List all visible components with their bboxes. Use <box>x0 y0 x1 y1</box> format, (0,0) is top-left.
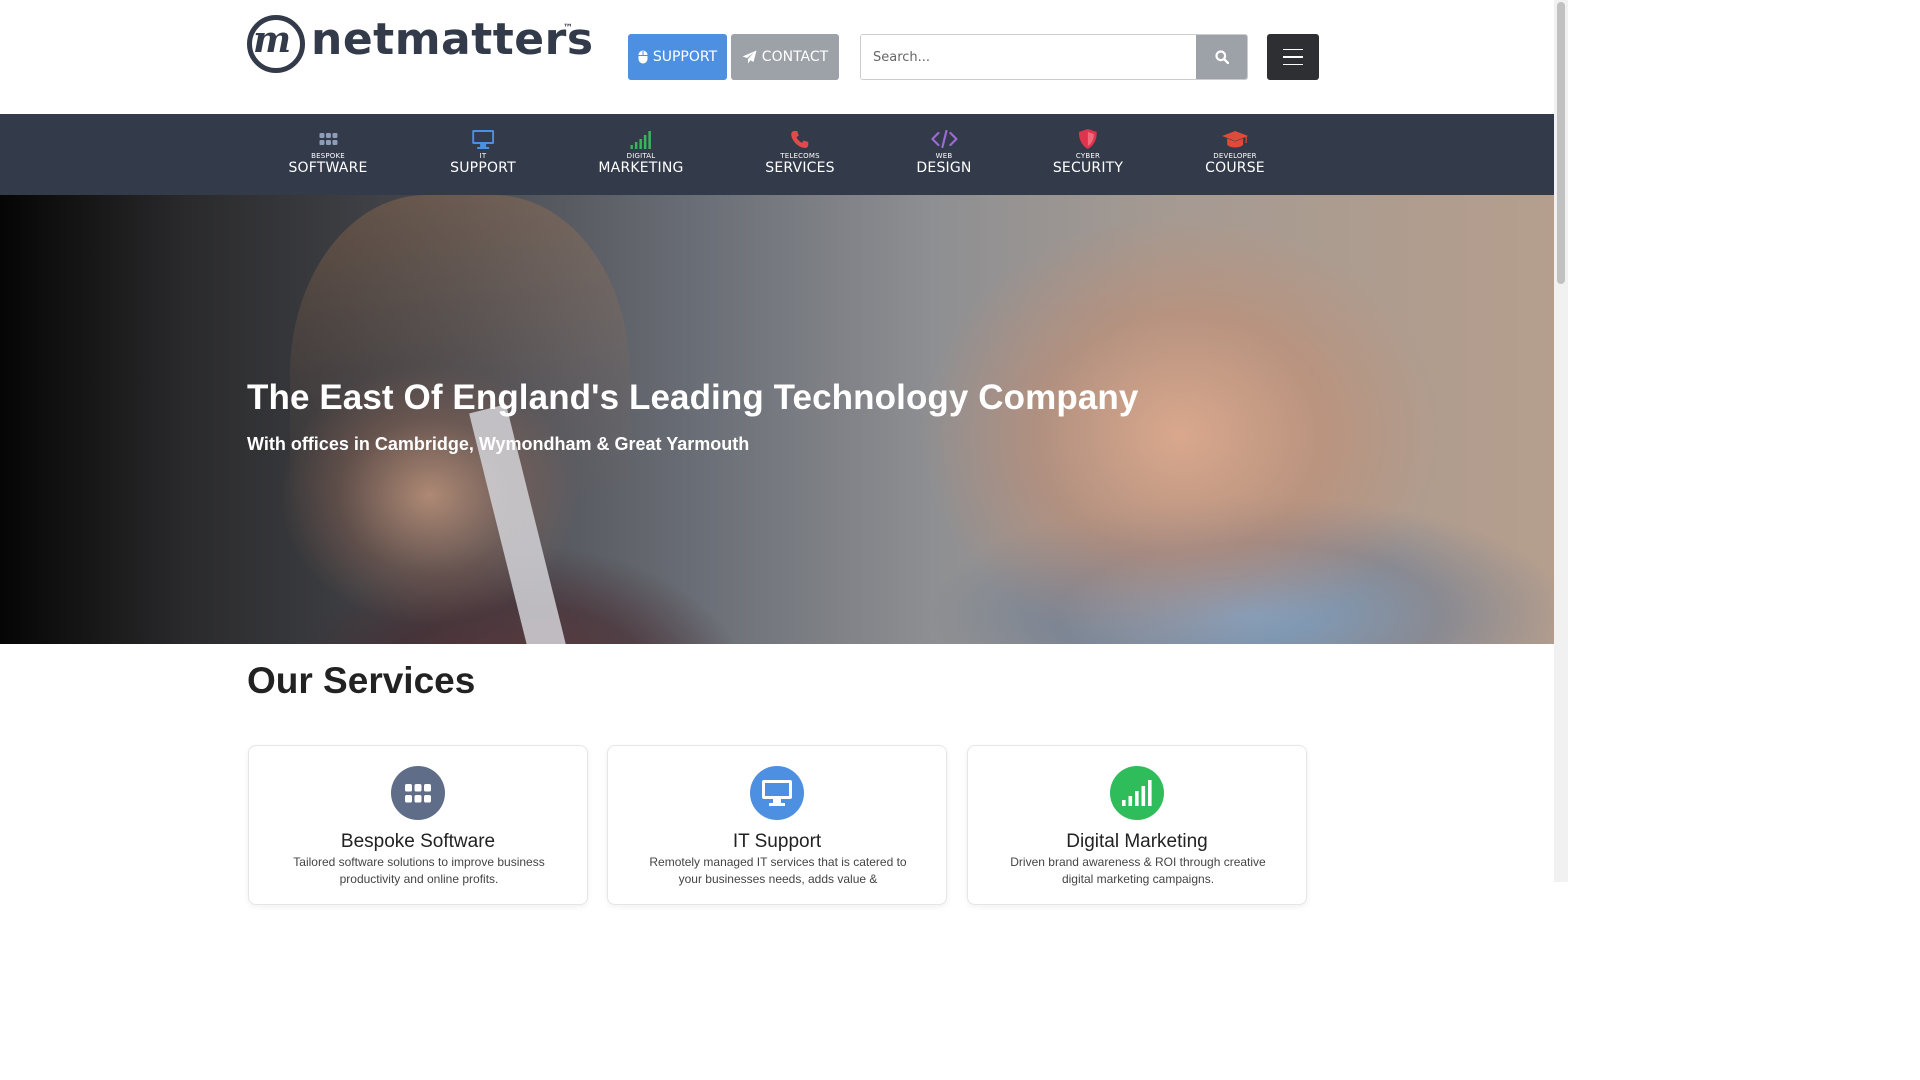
hero-subtitle: With offices in Cambridge, Wymondham & G… <box>247 434 750 454</box>
nav-item-label: COURSE <box>1205 160 1265 176</box>
nav-item-small-label: IT <box>479 152 487 160</box>
service-icon-circle <box>1110 766 1164 820</box>
nav-item-developer-course[interactable]: DEVELOPER COURSE <box>1205 114 1265 195</box>
nav-item-cyber-security[interactable]: CYBER SECURITY <box>1053 114 1123 195</box>
nav-item-label: MARKETING <box>598 160 684 176</box>
hamburger-icon-line <box>1283 63 1303 66</box>
hero-background-photo <box>290 195 630 644</box>
scrollbar-thumb[interactable] <box>1557 2 1565 284</box>
nav-item-small-label: DIGITAL <box>626 152 656 160</box>
nav-item-it-support[interactable]: IT SUPPORT <box>450 114 516 195</box>
main-navigation: BESPOKE SOFTWARE IT SUPPORT DIGITAL MARK… <box>0 114 1554 195</box>
services-heading: Our Services <box>247 660 476 701</box>
nav-item-small-label: CYBER <box>1075 152 1101 160</box>
support-label: SUPPORT <box>652 49 718 65</box>
nav-item-label: SERVICES <box>765 160 835 176</box>
nav-item-digital-marketing[interactable]: DIGITAL MARKETING <box>598 114 683 195</box>
service-card-title: Digital Marketing <box>1066 831 1208 852</box>
contact-button[interactable]: CONTACT <box>731 34 839 80</box>
nav-item-small-label: DEVELOPER <box>1213 152 1257 160</box>
monitor-icon <box>762 780 792 806</box>
menu-button[interactable] <box>1267 34 1319 80</box>
signal-bars-icon <box>630 129 652 149</box>
service-card-bespoke-software[interactable]: Bespoke Software Tailored software solut… <box>248 745 588 905</box>
service-icon-circle <box>750 766 804 820</box>
service-card-title: Bespoke Software <box>340 831 496 852</box>
nav-item-web-design[interactable]: WEB DESIGN <box>916 114 971 195</box>
mouse-icon <box>638 50 648 64</box>
service-icon-circle <box>391 766 445 820</box>
site-header: m netmatters ™ SUPPORT CONTACT <box>0 0 1554 114</box>
service-card-title: IT Support <box>732 831 822 852</box>
netmatters-logo[interactable]: m netmatters ™ <box>247 15 593 75</box>
grid-icon <box>405 783 431 802</box>
nav-item-small-label: WEB <box>935 152 953 160</box>
search-input[interactable] <box>861 35 1196 79</box>
graduation-cap-icon <box>1221 129 1248 149</box>
monitor-icon <box>471 129 494 149</box>
nav-item-small-label: BESPOKE <box>311 152 345 160</box>
phone-icon <box>790 129 809 149</box>
search-button[interactable] <box>1196 35 1247 79</box>
logo-trademark: ™ <box>563 23 573 34</box>
support-button[interactable]: SUPPORT <box>628 34 727 80</box>
shield-icon <box>1078 129 1097 149</box>
nav-item-label: DESIGN <box>916 160 972 176</box>
service-card-digital-marketing[interactable]: Digital Marketing Driven brand awareness… <box>967 745 1307 905</box>
nav-item-label: SECURITY <box>1052 160 1124 176</box>
logo-mark: m <box>253 19 292 61</box>
search-bar <box>860 34 1248 80</box>
nav-item-label: SUPPORT <box>450 160 516 176</box>
contact-label: CONTACT <box>761 49 829 65</box>
paper-plane-icon <box>742 50 757 64</box>
nav-item-telecoms-services[interactable]: TELECOMS SERVICES <box>765 114 835 195</box>
hero-banner: The East Of England's Leading Technology… <box>0 195 1554 644</box>
logo-wordmark: netmatters <box>311 14 594 65</box>
signal-bars-icon <box>1122 780 1152 806</box>
hero-title: The East Of England's Leading Technology… <box>247 378 1139 417</box>
service-card-description: Driven brand awareness & ROI through cre… <box>1010 855 1266 886</box>
nav-item-label: SOFTWARE <box>288 160 368 176</box>
hamburger-icon-line <box>1283 56 1303 58</box>
nav-item-small-label: TELECOMS <box>780 152 820 160</box>
nav-item-bespoke-software[interactable]: BESPOKE SOFTWARE <box>288 114 367 195</box>
service-card-it-support[interactable]: IT Support Remotely managed IT services … <box>607 745 947 905</box>
page-scrollbar[interactable] <box>1554 0 1568 882</box>
hamburger-icon-line <box>1283 48 1303 51</box>
grid-icon <box>319 129 337 149</box>
service-card-description: Tailored software solutions to improve b… <box>293 855 545 886</box>
code-icon <box>930 129 957 149</box>
service-card-description: Remotely managed IT services that is cat… <box>649 855 907 886</box>
search-icon <box>1214 50 1229 64</box>
